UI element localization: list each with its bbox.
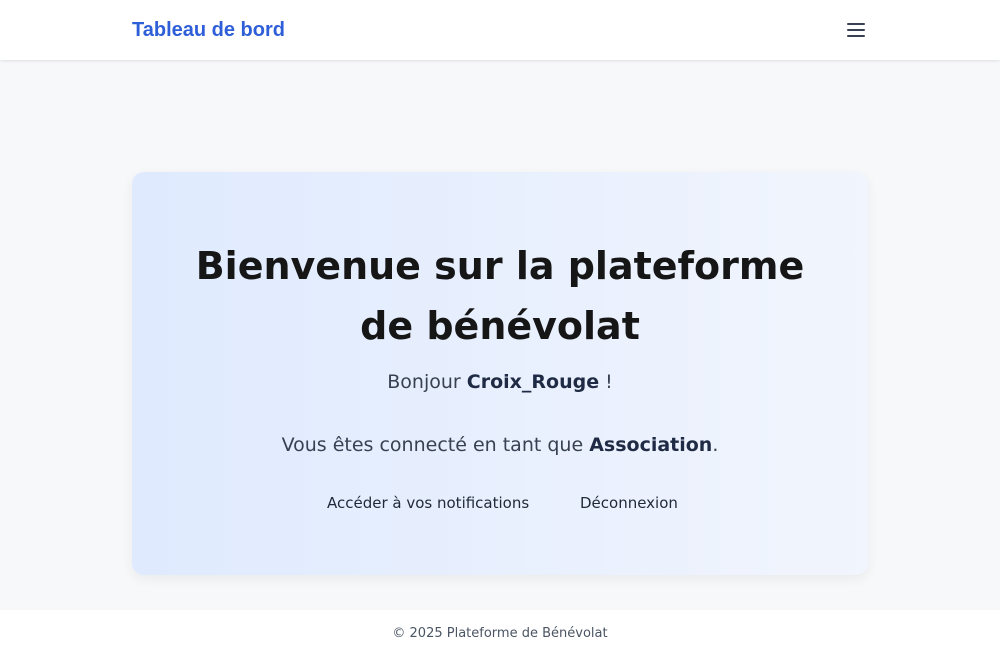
role-line: Vous êtes connecté en tant que Associati… [132, 434, 868, 456]
menu-bar-bottom [847, 35, 865, 37]
welcome-card: Bienvenue sur la plateforme de bénévolat… [132, 172, 868, 575]
role-prefix: Vous êtes connecté en tant que [281, 434, 590, 456]
welcome-title: Bienvenue sur la plateforme de bénévolat [195, 244, 805, 348]
greeting-suffix: ! [599, 371, 613, 393]
role-value: Association [589, 434, 713, 456]
username: Croix_Rouge [466, 371, 600, 393]
dashboard-brand-link[interactable]: Tableau de bord [132, 19, 285, 42]
menu-bar-middle [847, 29, 865, 31]
notifications-link[interactable]: Accéder à vos notifications [327, 494, 529, 512]
menu-bar-top [847, 23, 865, 25]
logout-link[interactable]: Déconnexion [580, 494, 678, 512]
copyright-text: © 2025 Plateforme de Bénévolat [392, 626, 608, 641]
role-suffix: . [712, 434, 719, 456]
top-navbar: Tableau de bord [0, 0, 1000, 60]
greeting-line: Bonjour Croix_Rouge ! [132, 371, 868, 393]
hamburger-menu-icon[interactable] [844, 19, 868, 41]
page-footer: © 2025 Plateforme de Bénévolat [0, 610, 1000, 660]
greeting-prefix: Bonjour [387, 371, 467, 393]
